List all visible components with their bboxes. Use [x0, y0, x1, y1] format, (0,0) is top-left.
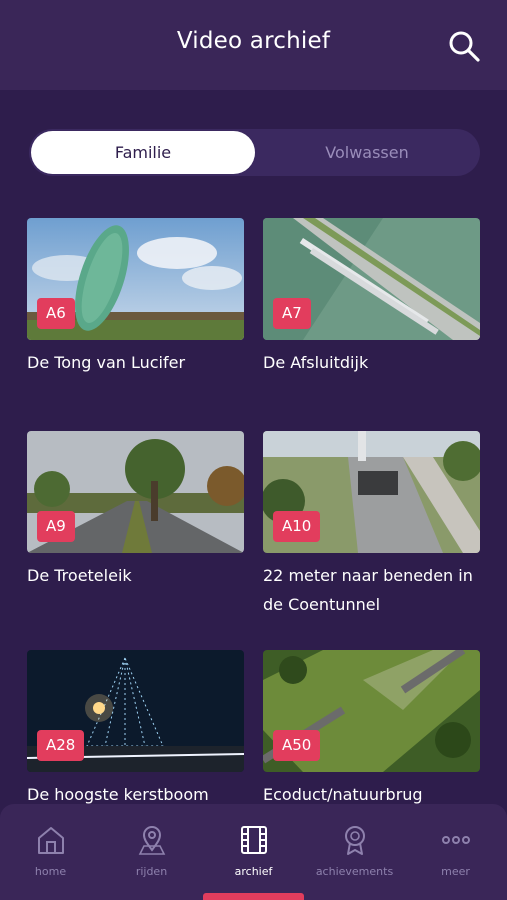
video-title: 22 meter naar beneden in de Coentunnel	[263, 566, 473, 614]
segment-volwassen[interactable]: Volwassen	[255, 131, 479, 174]
bottom-tab-bar: home rijden archief achievements meer	[0, 804, 507, 900]
medal-icon	[345, 826, 365, 855]
active-tab-indicator	[203, 893, 304, 900]
video-title: De Afsluitdijk	[263, 353, 369, 372]
map-pin-icon	[138, 826, 166, 855]
film-icon	[241, 826, 267, 854]
road-badge: A28	[37, 730, 85, 761]
video-title: De Tong van Lucifer	[27, 353, 186, 372]
search-icon[interactable]	[446, 28, 482, 64]
road-badge: A9	[37, 511, 75, 542]
tab-label: rijden	[135, 865, 168, 878]
road-badge: A50	[273, 730, 321, 761]
more-dots-icon	[442, 836, 470, 844]
audience-segmented-control: Familie Volwassen	[29, 129, 480, 176]
tab-label: achievements	[315, 865, 394, 878]
page-title: Video archief	[176, 28, 331, 54]
road-badge: A6	[37, 298, 75, 329]
tab-achievements[interactable]: achievements	[304, 804, 405, 900]
video-title: De Troeteleik	[27, 566, 132, 585]
app-header: Video archief	[0, 0, 507, 90]
tab-label: archief	[234, 865, 273, 878]
tab-archief[interactable]: archief	[203, 804, 304, 900]
road-badge: A7	[273, 298, 311, 329]
segment-familie[interactable]: Familie	[31, 131, 255, 174]
tab-label: meer	[441, 865, 470, 878]
tab-rijden[interactable]: rijden	[101, 804, 202, 900]
tab-label: home	[34, 865, 67, 878]
tab-home[interactable]: home	[0, 804, 101, 900]
tab-meer[interactable]: meer	[405, 804, 506, 900]
home-icon	[38, 827, 64, 854]
road-badge: A10	[273, 511, 321, 542]
